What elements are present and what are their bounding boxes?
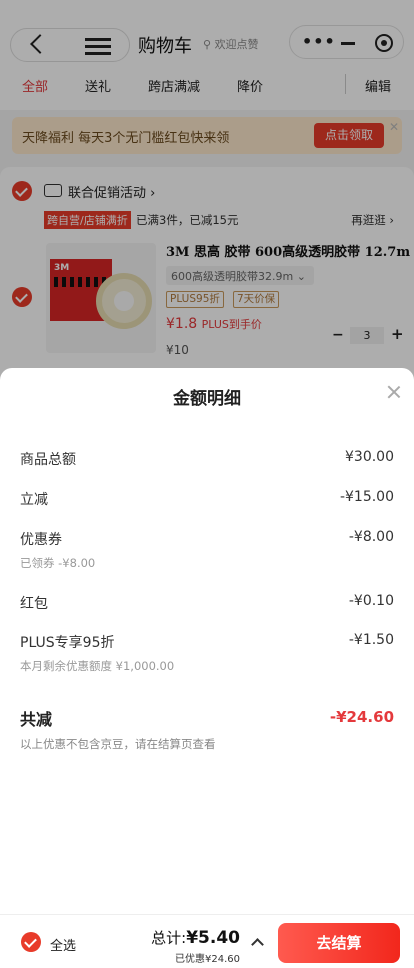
amount-detail-sheet: 金额明细 商品总额 ¥30.00 立减 -¥15.00 优惠券 -¥8.00 已… bbox=[0, 368, 414, 968]
row-value-red-packet: -¥0.10 bbox=[348, 593, 394, 609]
checkout-bar: 全选 总计:¥5.40 已优惠¥24.60 去结算 bbox=[0, 914, 414, 968]
saved-amount: 已优惠¥24.60 bbox=[175, 954, 240, 965]
row-label-subtotal: 商品总额 bbox=[20, 452, 76, 468]
select-all-label[interactable]: 全选 bbox=[50, 935, 76, 954]
checkout-button[interactable]: 去结算 bbox=[278, 923, 400, 963]
total-discount-note: 以上优惠不包含京豆，请在结算页查看 bbox=[20, 737, 216, 751]
row-label-coupon: 优惠券 bbox=[20, 532, 62, 548]
chevron-up-icon[interactable] bbox=[251, 938, 264, 951]
row-value-coupon: -¥8.00 bbox=[348, 529, 394, 545]
total-line: 总计:¥5.40 bbox=[151, 927, 240, 948]
row-sub-coupon: 已领券 -¥8.00 bbox=[20, 556, 96, 570]
select-all-checkbox[interactable] bbox=[21, 932, 41, 952]
total-amount: ¥5.40 bbox=[186, 928, 240, 948]
row-value-plus: -¥1.50 bbox=[348, 632, 394, 648]
sheet-title: 金额明细 bbox=[173, 389, 241, 409]
row-label-instant-discount: 立减 bbox=[20, 492, 48, 508]
total-discount-value: -¥24.60 bbox=[329, 708, 394, 726]
close-icon[interactable] bbox=[384, 382, 404, 402]
row-label-red-packet: 红包 bbox=[20, 596, 48, 612]
row-value-instant-discount: -¥15.00 bbox=[339, 489, 394, 505]
total-prefix: 总计: bbox=[151, 929, 187, 947]
total-discount-label: 共减 bbox=[20, 710, 53, 729]
row-sub-plus: 本月剩余优惠额度 ¥1,000.00 bbox=[20, 659, 175, 673]
row-value-subtotal: ¥30.00 bbox=[345, 449, 394, 465]
row-label-plus: PLUS专享95折 bbox=[20, 635, 115, 651]
